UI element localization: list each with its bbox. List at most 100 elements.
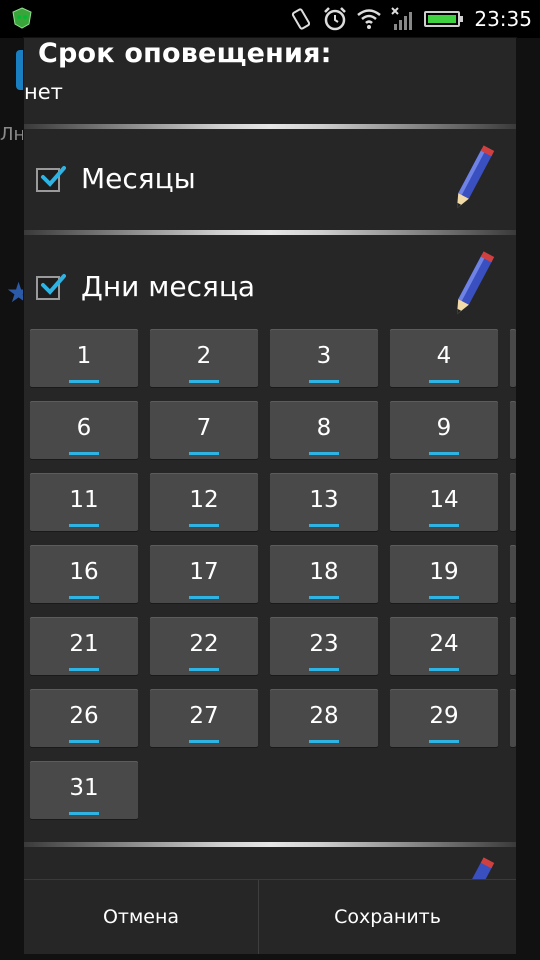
day-underline [189, 596, 219, 599]
day-button[interactable]: 21 [30, 617, 138, 675]
day-label: 14 [429, 487, 459, 513]
day-underline [69, 452, 99, 455]
wifi-icon [357, 9, 382, 29]
dialog-footer: Отмена Сохранить [24, 879, 516, 954]
months-checkbox[interactable] [36, 166, 66, 192]
day-underline [429, 740, 459, 743]
day-button[interactable]: 13 [270, 473, 378, 531]
day-label: 19 [429, 559, 459, 585]
day-button-partial[interactable] [510, 617, 516, 675]
day-underline [309, 452, 339, 455]
day-button[interactable]: 7 [150, 401, 258, 459]
day-label: 17 [189, 559, 219, 585]
day-underline [429, 668, 459, 671]
day-button-partial[interactable] [510, 401, 516, 459]
checkmark-icon [41, 166, 66, 187]
day-button[interactable]: 8 [270, 401, 378, 459]
day-label: 27 [189, 703, 219, 729]
day-underline [309, 380, 339, 383]
day-label: 2 [196, 343, 212, 369]
day-button-partial[interactable] [510, 329, 516, 387]
divider [24, 842, 516, 847]
save-button[interactable]: Сохранить [259, 880, 516, 954]
days-of-month-label: Дни месяца [81, 270, 256, 303]
day-button[interactable]: 11 [30, 473, 138, 531]
day-underline [309, 668, 339, 671]
days-of-month-checkbox[interactable] [36, 274, 66, 300]
divider [24, 124, 516, 129]
day-button[interactable]: 28 [270, 689, 378, 747]
day-underline [189, 668, 219, 671]
day-button[interactable]: 1 [30, 329, 138, 387]
day-button[interactable]: 31 [30, 761, 138, 819]
day-button[interactable]: 22 [150, 617, 258, 675]
battery-icon [424, 11, 464, 27]
day-button[interactable]: 23 [270, 617, 378, 675]
dialog-title: Срок оповещения: [38, 38, 332, 69]
day-button[interactable]: 18 [270, 545, 378, 603]
day-button-partial[interactable] [510, 473, 516, 531]
day-label: 1 [76, 343, 92, 369]
checkmark-icon [41, 274, 66, 295]
day-button[interactable]: 12 [150, 473, 258, 531]
day-label: 22 [189, 631, 219, 657]
day-label: 24 [429, 631, 459, 657]
day-button[interactable]: 2 [150, 329, 258, 387]
day-underline [189, 380, 219, 383]
section-days-of-month[interactable]: Дни месяца [24, 242, 516, 330]
app-shield-icon [12, 7, 32, 29]
day-label: 12 [189, 487, 219, 513]
day-label: 18 [309, 559, 339, 585]
day-button[interactable]: 6 [30, 401, 138, 459]
rotate-icon [292, 8, 311, 30]
day-button[interactable]: 4 [390, 329, 498, 387]
day-underline [69, 668, 99, 671]
day-underline [69, 812, 99, 815]
day-label: 23 [309, 631, 339, 657]
day-label: 26 [69, 703, 99, 729]
day-label: 4 [436, 343, 452, 369]
day-label: 3 [316, 343, 332, 369]
divider [24, 230, 516, 235]
day-button[interactable]: 14 [390, 473, 498, 531]
day-underline [429, 452, 459, 455]
day-button[interactable]: 9 [390, 401, 498, 459]
day-underline [309, 740, 339, 743]
day-label: 16 [69, 559, 99, 585]
day-button[interactable]: 27 [150, 689, 258, 747]
status-bar: 23:35 [0, 0, 540, 38]
day-underline [429, 380, 459, 383]
day-button[interactable]: 16 [30, 545, 138, 603]
day-underline [189, 452, 219, 455]
day-button[interactable]: 3 [270, 329, 378, 387]
day-label: 13 [309, 487, 339, 513]
notification-period-dialog: Срок оповещения: нет Месяцы Дни месяца 1… [24, 38, 516, 954]
pencil-icon[interactable] [448, 250, 496, 322]
pencil-icon[interactable] [448, 144, 496, 216]
day-label: 6 [76, 415, 92, 441]
day-button-partial[interactable] [510, 689, 516, 747]
background-tab-label: Лн [0, 124, 26, 145]
dialog-subtitle: нет [24, 80, 63, 104]
day-underline [429, 596, 459, 599]
day-label: 21 [69, 631, 99, 657]
day-underline [189, 524, 219, 527]
day-underline [69, 740, 99, 743]
day-underline [69, 596, 99, 599]
day-underline [69, 524, 99, 527]
day-label: 11 [69, 487, 99, 513]
day-button[interactable]: 26 [30, 689, 138, 747]
day-underline [309, 596, 339, 599]
day-button[interactable]: 19 [390, 545, 498, 603]
months-label: Месяцы [81, 162, 196, 195]
day-underline [309, 524, 339, 527]
signal-icon [391, 7, 413, 30]
day-label: 31 [69, 775, 99, 801]
day-button[interactable]: 24 [390, 617, 498, 675]
day-button-partial[interactable] [510, 545, 516, 603]
section-months[interactable]: Месяцы [24, 136, 516, 224]
day-label: 8 [316, 415, 332, 441]
day-button[interactable]: 29 [390, 689, 498, 747]
day-button[interactable]: 17 [150, 545, 258, 603]
cancel-button[interactable]: Отмена [24, 880, 259, 954]
